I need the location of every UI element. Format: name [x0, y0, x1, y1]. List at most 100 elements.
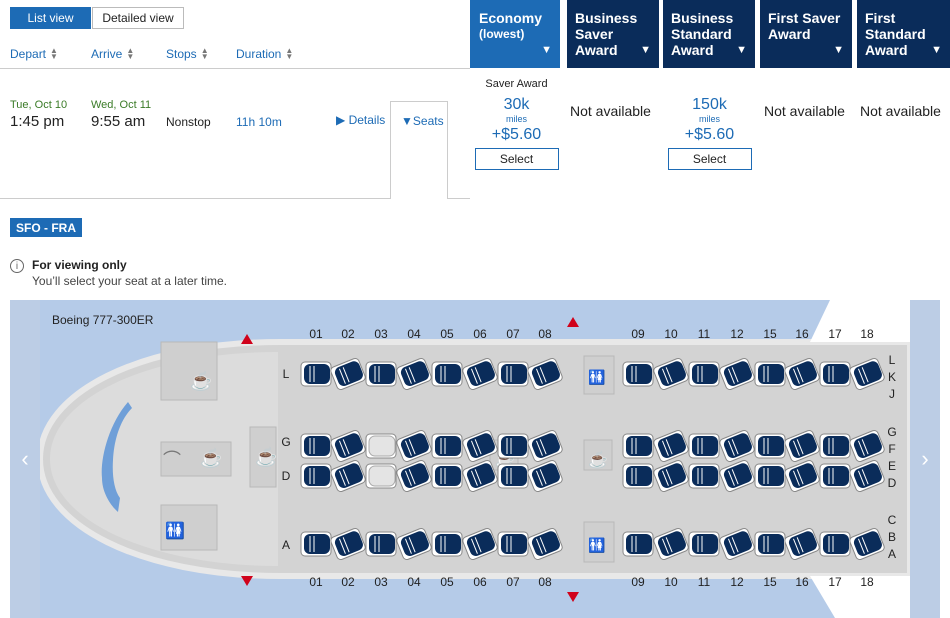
- tab-label: Standard: [865, 26, 926, 42]
- aircraft-type: Boeing 777-300ER: [52, 313, 154, 327]
- seat-A-09: [622, 531, 654, 557]
- seat-letter-left: L: [283, 367, 290, 381]
- caret-down-icon: ▼: [401, 114, 413, 128]
- chevron-down-icon: ▼: [541, 44, 552, 56]
- coffee-icon: ☕: [190, 370, 212, 391]
- seat-A-15: [754, 531, 786, 557]
- select-business-standard-button[interactable]: Select: [667, 148, 752, 170]
- fare-first-standard: Not available: [860, 103, 941, 119]
- seat-map-canvas: ☕ ☕ ☕ ☕ ☕ ⌒ 🚻 🚻 🚻 0101020203030404050506…: [36, 300, 913, 618]
- tab-sublabel: (lowest): [479, 27, 525, 41]
- miles-value: 150k: [692, 96, 727, 113]
- tab-first-saver[interactable]: First Saver Award ▼: [760, 0, 852, 68]
- detailed-view-button[interactable]: Detailed view: [92, 7, 184, 29]
- arrive-date: Wed, Oct 11: [91, 99, 152, 111]
- prev-arrow-icon[interactable]: ‹: [10, 300, 40, 618]
- seat-L-09: [622, 361, 654, 387]
- chevron-down-icon: ▼: [736, 44, 747, 56]
- depart-date: Tue, Oct 10: [10, 99, 68, 111]
- tab-business-standard[interactable]: Business Standard Award ▼: [663, 0, 755, 68]
- seat-G-05: [431, 433, 463, 459]
- row-number-top: 08: [538, 327, 552, 341]
- seat-letter-right: L: [889, 353, 896, 367]
- sort-icon: ▲ ▼: [285, 46, 294, 61]
- seat-letter-right: C: [888, 513, 897, 527]
- award-label: Saver Award: [485, 78, 548, 90]
- sort-icon: ▲ ▼: [200, 46, 209, 61]
- row-divider: [448, 198, 470, 199]
- row-number-bottom: 03: [374, 575, 388, 589]
- seat-G-17: [819, 433, 851, 459]
- exit-marker-icon: [241, 334, 253, 344]
- seat-D-09: [622, 463, 654, 489]
- seat-letter-left: A: [282, 538, 290, 552]
- seats-tab[interactable]: ▼Seats: [390, 101, 448, 199]
- tab-economy[interactable]: Economy (lowest) ▼: [470, 0, 560, 68]
- tab-label: First: [865, 10, 896, 26]
- row-number-bottom: 11: [698, 575, 711, 589]
- seat-L-15: [754, 361, 786, 387]
- restroom-icon: 🚻: [165, 521, 185, 540]
- seat-D-15: [754, 463, 786, 489]
- fare-economy: Saver Award 30k miles +$5.60 Select: [469, 78, 564, 170]
- row-number-bottom: 17: [828, 575, 842, 589]
- details-link[interactable]: ▶ Details: [336, 113, 385, 127]
- fare-business-standard: . 150k miles +$5.60 Select: [662, 78, 757, 170]
- arrive-time: 9:55 am: [91, 113, 146, 130]
- fare-first-saver: Not available: [764, 103, 845, 119]
- tab-label: Business: [671, 10, 734, 26]
- info-icon: i: [10, 259, 24, 273]
- sort-stops[interactable]: Stops ▲ ▼: [166, 46, 209, 62]
- seat-map: ☕ ☕ ☕ ☕ ☕ ⌒ 🚻 🚻 🚻 01 01 02 02 03 03 04 04 05 05 06…: [10, 300, 940, 618]
- row-number-bottom: 08: [538, 575, 552, 589]
- row-number-bottom: 05: [440, 575, 454, 589]
- row-number-top: 09: [631, 327, 645, 341]
- next-arrow-icon[interactable]: ›: [910, 300, 940, 618]
- notice-title: For viewing only: [32, 258, 127, 272]
- sort-arrive[interactable]: Arrive ▲ ▼: [91, 47, 134, 62]
- seat-D-11: [688, 463, 720, 489]
- sort-duration-label: Duration: [236, 47, 282, 61]
- row-number-top: 01: [309, 327, 323, 341]
- tab-label: Saver: [575, 26, 614, 42]
- row-number-bottom: 10: [664, 575, 678, 589]
- miles-value: 30k: [503, 96, 530, 113]
- row-number-top: 10: [664, 327, 678, 341]
- seat-G-07: [497, 433, 529, 459]
- seat-L-01: [300, 361, 332, 387]
- seat-L-05: [431, 361, 463, 387]
- seat-letter-left: D: [282, 469, 291, 483]
- row-number-top: 11: [698, 327, 711, 341]
- seat-letter-right: K: [888, 370, 896, 384]
- miles-unit: miles: [698, 114, 720, 124]
- seat-G-09: [622, 433, 654, 459]
- seat-letter-left: G: [281, 435, 290, 449]
- stops-value: Nonstop: [166, 115, 211, 129]
- seat-G-01: [300, 433, 332, 459]
- seat-L-17: [819, 361, 851, 387]
- seat-L-11: [688, 361, 720, 387]
- sort-duration[interactable]: Duration ▲ ▼: [236, 46, 294, 62]
- exit-marker-icon: [241, 576, 253, 586]
- row-number-bottom: 18: [860, 575, 874, 589]
- seat-A-11: [688, 531, 720, 557]
- row-number-top: 03: [374, 327, 388, 341]
- seat-D-17: [819, 463, 851, 489]
- seat-letter-right: F: [888, 442, 895, 456]
- list-view-button[interactable]: List view: [10, 7, 91, 29]
- row-number-bottom: 02: [341, 575, 355, 589]
- select-economy-button[interactable]: Select: [474, 148, 559, 170]
- sort-stops-label: Stops: [166, 47, 197, 61]
- tab-first-standard[interactable]: First Standard Award ▼: [857, 0, 950, 68]
- miles-unit: miles: [505, 114, 527, 124]
- tab-business-saver[interactable]: Business Saver Award ▼: [567, 0, 659, 68]
- seat-letter-right: J: [889, 387, 895, 401]
- tab-label: Business: [575, 10, 638, 26]
- duration-value: 11h 10m: [236, 115, 282, 129]
- row-number-top: 04: [407, 327, 421, 341]
- sort-depart[interactable]: Depart ▲ ▼: [10, 47, 58, 62]
- row-number-top: 02: [341, 327, 355, 341]
- seat-letter-right: A: [888, 547, 896, 561]
- chevron-down-icon: ▼: [833, 44, 844, 56]
- seat-G-03: [365, 433, 397, 459]
